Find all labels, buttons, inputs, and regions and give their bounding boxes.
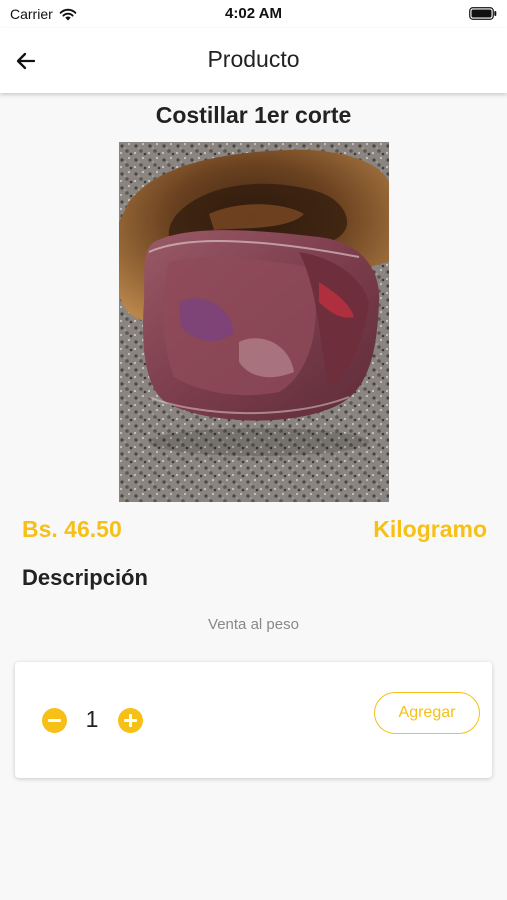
minus-circle-icon[interactable]	[42, 708, 67, 733]
meat-photo	[119, 142, 389, 502]
product-image	[119, 142, 389, 502]
page-title: Producto	[207, 46, 300, 72]
nav-bar: Producto	[0, 28, 507, 93]
battery-icon	[469, 7, 497, 20]
status-time: 4:02 AM	[225, 5, 282, 22]
description-heading: Descripción	[22, 565, 148, 590]
product-price: Bs. 46.50	[22, 516, 122, 542]
add-to-cart-card: 1 Agregar	[15, 662, 492, 778]
description-text: Venta al peso	[208, 616, 299, 633]
plus-circle-icon[interactable]	[118, 708, 143, 733]
quantity-value: 1	[85, 706, 99, 732]
status-bar: Carrier 4:02 AM	[0, 0, 507, 28]
product-unit: Kilogramo	[373, 516, 487, 542]
add-button[interactable]: Agregar	[374, 692, 480, 734]
product-name: Costillar 1er corte	[155, 102, 352, 128]
